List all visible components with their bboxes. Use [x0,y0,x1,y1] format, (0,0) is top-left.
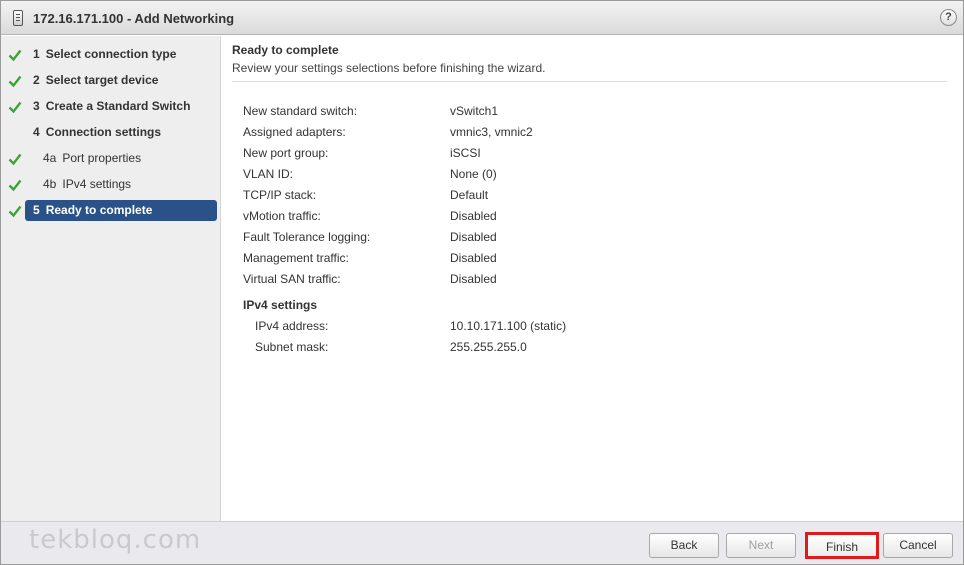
wizard-steps-sidebar: 1 Select connection type 2 Select target d… [1,36,221,521]
setting-value: 10.10.171.100 (static) [450,319,567,333]
setting-value: Disabled [450,251,497,265]
step-label: Select target device [45,73,159,87]
setting-value: vmnic3, vmnic2 [450,125,533,139]
setting-label: Fault Tolerance logging: [243,230,371,244]
title-bar: 172.16.171.100 - Add Networking ? [1,1,963,35]
cancel-button[interactable]: Cancel [883,533,953,558]
setting-value: Disabled [450,230,497,244]
setting-label: New port group: [243,146,329,160]
setting-value: None (0) [450,167,497,181]
watermark: tekbloq.com [29,525,202,555]
setting-label: Assigned adapters: [243,125,346,139]
checkmark-icon [8,48,22,62]
page-title: Ready to complete [232,43,339,57]
step-label: Select connection type [45,47,177,61]
wizard-content: Ready to complete Review your settings s… [222,36,963,521]
setting-value: iSCSI [450,146,481,160]
wizard-step-ipv4-settings[interactable]: 4b IPv4 settings [25,174,217,195]
page-subtitle: Review your settings selections before f… [232,61,546,75]
checkmark-icon [8,152,22,166]
ipv4-section-heading: IPv4 settings [243,298,318,312]
wizard-step-connection-settings[interactable]: 4 Connection settings [25,122,217,143]
setting-label: vMotion traffic: [243,209,321,223]
checkmark-icon [8,204,22,218]
step-number: 4a [43,151,57,165]
divider [232,81,947,82]
setting-label: Management traffic: [243,251,349,265]
next-button[interactable]: Next [726,533,796,558]
wizard-footer: tekbloq.com Back Next Finish Cancel [1,521,963,564]
checkmark-icon [8,100,22,114]
wizard-step-ready-to-complete[interactable]: 5 Ready to complete [25,200,217,221]
step-label: IPv4 settings [62,177,132,191]
step-number: 5 [33,203,40,217]
step-number: 4b [43,177,57,191]
setting-value: 255.255.255.0 [450,340,527,354]
finish-button[interactable]: Finish [805,532,879,559]
setting-label: TCP/IP stack: [243,188,317,202]
wizard-step-port-properties[interactable]: 4a Port properties [25,148,217,169]
step-number: 4 [33,125,40,139]
setting-value: Default [450,188,489,202]
wizard-step-select-connection-type[interactable]: 1 Select connection type [25,44,217,65]
help-button[interactable]: ? [940,9,957,26]
add-networking-dialog: 172.16.171.100 - Add Networking ? 1 Selec… [0,0,964,565]
setting-label: Subnet mask: [255,340,329,354]
setting-value: vSwitch1 [450,104,499,118]
wizard-step-create-standard-switch[interactable]: 3 Create a Standard Switch [25,96,217,117]
checkmark-icon [8,74,22,88]
setting-label: IPv4 address: [255,319,329,333]
setting-value: Disabled [450,209,497,223]
setting-value: Disabled [450,272,497,286]
step-label: Create a Standard Switch [45,99,191,113]
step-label: Ready to complete [45,203,153,217]
step-number: 2 [33,73,40,87]
checkmark-icon [8,178,22,192]
step-label: Connection settings [45,125,162,139]
back-button[interactable]: Back [649,533,719,558]
wizard-step-select-target-device[interactable]: 2 Select target device [25,70,217,91]
vm-host-icon [13,10,23,26]
step-label: Port properties [62,151,142,165]
setting-label: New standard switch: [243,104,358,118]
step-number: 3 [33,99,40,113]
step-number: 1 [33,47,40,61]
setting-label: VLAN ID: [243,167,294,181]
dialog-title: 172.16.171.100 - Add Networking [33,11,235,26]
setting-label: Virtual SAN traffic: [243,272,341,286]
